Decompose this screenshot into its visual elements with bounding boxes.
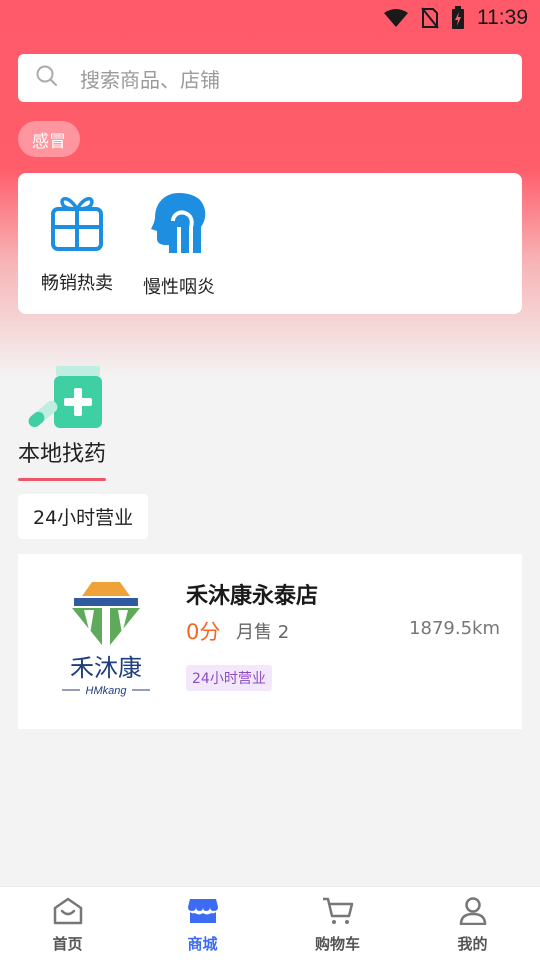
- store-monthly-sales: 月售 2: [236, 622, 290, 643]
- throat-icon: [149, 191, 209, 259]
- category-chronic-pharyngitis[interactable]: 慢性咽炎: [128, 173, 230, 314]
- tab-label: 购物车: [314, 935, 360, 953]
- category-card: 畅销热卖 慢性咽炎: [18, 173, 522, 314]
- home-icon: [53, 897, 83, 929]
- store-rating: 0分: [186, 620, 221, 644]
- clock: 11:39: [477, 6, 528, 29]
- store-distance: 1879.5km: [409, 618, 500, 639]
- tab-label: 我的: [457, 935, 488, 953]
- medicine-bottle-icon: [24, 364, 104, 432]
- search-icon: [36, 65, 58, 91]
- wifi-icon: [383, 8, 409, 28]
- tab-home[interactable]: 首页: [0, 887, 135, 960]
- hot-search-tag[interactable]: 感冒: [18, 121, 80, 157]
- search-input[interactable]: 搜索商品、店铺: [18, 54, 522, 102]
- tab-store[interactable]: 商城: [135, 887, 270, 960]
- status-bar: 11:39: [0, 0, 540, 36]
- svg-text:禾沐康: 禾沐康: [70, 654, 142, 682]
- filter-chip-24h[interactable]: 24小时营业: [18, 494, 149, 539]
- store-name: 禾沐康永泰店: [186, 584, 319, 609]
- tab-mine[interactable]: 我的: [405, 887, 540, 960]
- battery-charging-icon: [451, 6, 465, 30]
- tab-cart[interactable]: 购物车: [270, 887, 405, 960]
- store-icon: [187, 897, 219, 929]
- tab-label: 首页: [52, 935, 83, 953]
- bottom-tab-bar: 首页 商城 购物车 我的: [0, 886, 540, 960]
- no-sim-icon: [421, 7, 439, 29]
- gift-icon: [49, 191, 105, 255]
- section-title-underline: [18, 478, 106, 481]
- tab-label: 商城: [187, 935, 218, 953]
- section-title: 本地找药: [18, 442, 107, 467]
- category-label: 慢性咽炎: [143, 277, 215, 298]
- svg-text:HMkang: HMkang: [86, 685, 128, 697]
- store-card[interactable]: 禾沐康 HMkang 禾沐康永泰店 0分 月售 2 1879.5km 24小时营…: [18, 554, 522, 729]
- category-label: 畅销热卖: [41, 273, 113, 294]
- cart-icon: [322, 897, 354, 929]
- user-icon: [458, 897, 488, 929]
- store-logo: 禾沐康 HMkang: [62, 582, 150, 702]
- store-hours-badge: 24小时营业: [186, 665, 272, 691]
- search-placeholder: 搜索商品、店铺: [80, 67, 220, 92]
- category-bestsellers[interactable]: 畅销热卖: [26, 173, 128, 314]
